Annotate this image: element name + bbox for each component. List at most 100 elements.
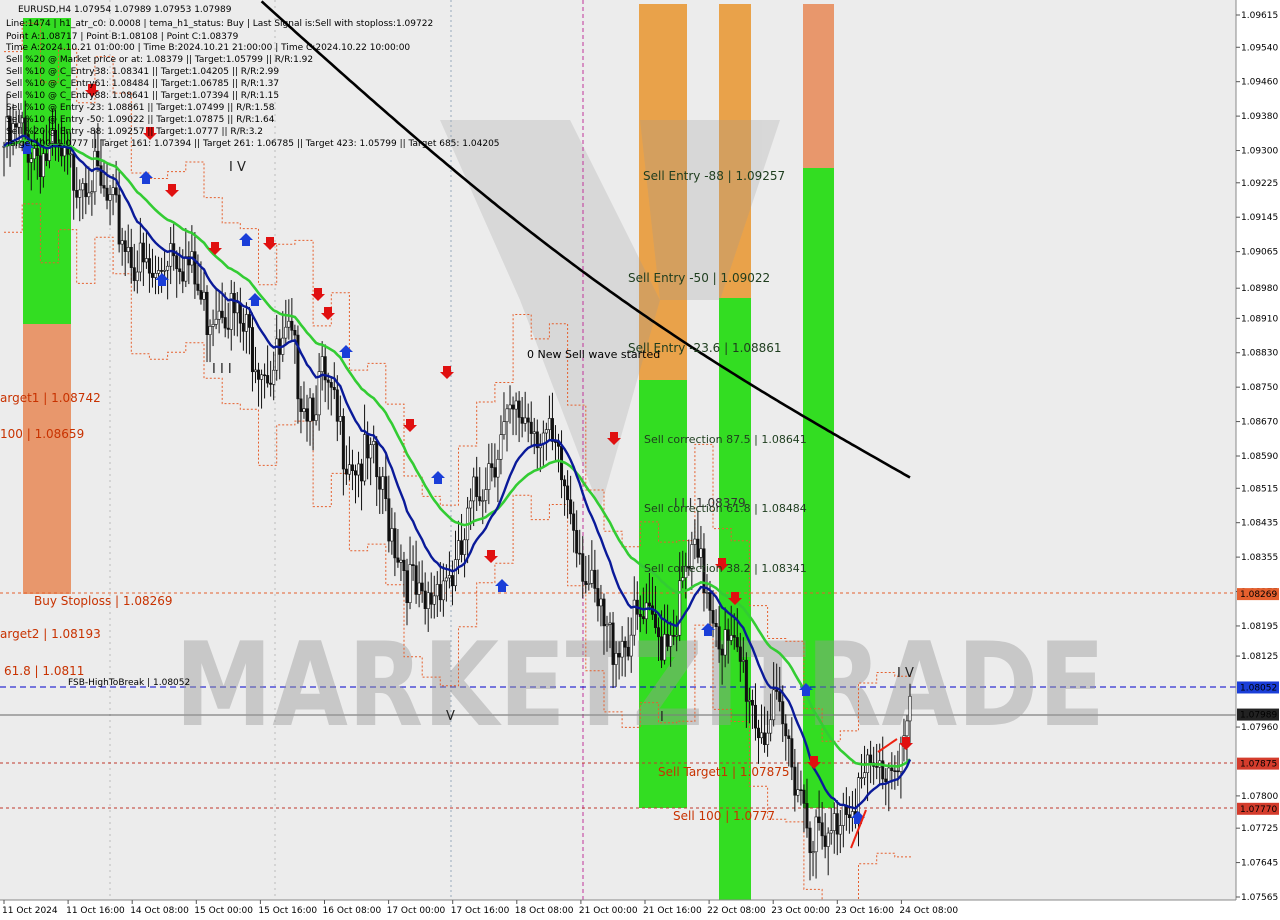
candle-body [244,314,248,332]
candle-body [275,338,279,371]
candle-body [284,326,288,339]
candle-body [629,634,633,657]
candle-body [238,302,242,324]
info-line-1: Line:1474 | h1_atr_c0: 0.0008 | tema_h1_… [6,19,433,29]
candle-body [441,580,445,601]
candle-body [593,569,597,589]
candle-body [78,189,82,198]
candle-body [375,441,379,478]
candle-body [790,738,794,768]
candle-body [802,789,806,804]
candle-body [114,187,118,196]
candle-body [666,634,670,647]
candle-body [38,155,42,177]
candle-body [405,570,409,603]
x-tick-label: 17 Oct 00:00 [387,906,446,916]
y-tick-label: 1.09615 [1241,11,1278,21]
candle-body [732,635,736,638]
candle-body [578,552,582,555]
candle-body [335,389,339,422]
y-tick-label: 1.08435 [1241,519,1278,529]
candle-body [220,310,224,318]
candle-body [396,557,400,563]
candle-body [602,598,606,627]
candle-body [372,441,376,445]
label-correction-875: Sell correction 87.5 | 1.08641 [644,433,807,446]
candle-body [420,582,424,592]
candle-body [72,153,76,191]
zone-left-salmon [23,324,71,594]
x-tick-label: 14 Oct 08:00 [130,906,189,916]
candle-body [820,822,824,837]
y-tick-label: 1.09225 [1241,179,1278,189]
y-tick-label: 1.08125 [1241,652,1278,662]
candle-body [738,646,742,662]
candle-body [781,701,785,725]
candle-body [699,548,703,558]
candle-body [357,463,361,476]
x-tick-label: 21 Oct 16:00 [643,906,702,916]
candle-body [596,588,600,607]
candle-body [69,153,73,156]
candle-body [547,418,551,430]
candle-body [884,778,888,782]
candle-body [269,382,273,385]
candle-body [423,590,427,609]
candle-body [753,704,757,729]
price-chart[interactable]: MARKETZITRADE EURUSD,H4 1.07954 1.07989 … [0,0,1280,920]
x-tick-label: 23 Oct 16:00 [835,906,894,916]
x-tick-label: 21 Oct 00:00 [579,906,638,916]
candle-body [320,356,324,372]
candle-body [378,476,382,490]
candle-body [517,400,521,418]
candle-body [163,269,167,272]
candle-body [205,291,209,336]
candle-body [299,398,303,412]
candle-body [490,463,494,468]
candle-body [469,500,473,509]
candle-body [811,851,815,854]
candle-body [502,421,506,435]
candle-body [353,470,357,476]
candle-body [369,444,373,459]
candle-body [235,302,239,314]
candle-body [193,251,197,285]
candle-body [663,634,667,661]
candle-body [105,187,109,201]
candle-body [896,770,900,773]
candle-body [381,476,385,490]
candle-body [756,727,760,739]
candle-body [796,789,800,796]
candle-body [523,417,527,424]
candle-body [223,317,227,329]
candle-body [435,584,439,597]
y-tick-label: 1.08910 [1241,314,1278,324]
candle-body [899,743,903,772]
candle-body [226,327,230,330]
wave-mark-3: I V [897,666,914,681]
candle-body [341,416,345,470]
candle-body [599,598,603,607]
candle-body [778,691,782,702]
y-tick-label: 1.09460 [1241,78,1278,88]
candle-body [708,592,712,611]
candle-body [787,735,791,739]
candle-body [760,732,764,739]
candle-body [735,637,739,648]
candle-body [332,387,336,391]
candle-body [232,293,236,314]
candle-body [387,498,391,542]
candle-body [75,190,79,198]
candle-body [338,416,342,422]
candle-body [411,564,415,566]
candle-body [157,270,161,274]
candle-body [460,540,464,555]
candle-body [550,418,554,442]
candle-body [514,400,518,410]
candle-body [141,242,145,263]
wave-mark-5: V [446,709,455,724]
candle-body [147,258,151,274]
candle-body [169,243,173,267]
wave-mark-2: I I I [212,362,232,377]
candle-body [393,528,397,559]
